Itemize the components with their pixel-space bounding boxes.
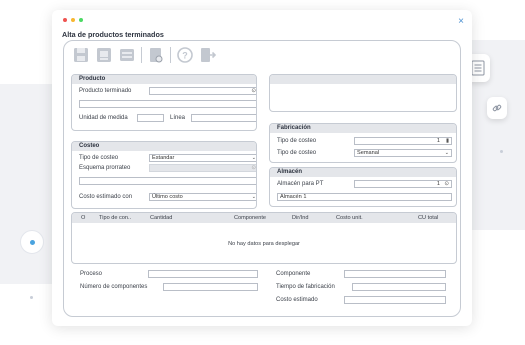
costeo-panel: Costeo Tipo de costeo Estandar ⌄ Esquema … bbox=[71, 141, 257, 209]
dialog-window: Alta de productos terminados × ? Product… bbox=[52, 10, 472, 326]
form-icon[interactable] bbox=[118, 46, 136, 64]
tipo-costeo-label: Tipo de costeo bbox=[79, 155, 119, 161]
delete-icon[interactable]: ▮ bbox=[446, 138, 449, 144]
toolbar-separator bbox=[170, 47, 171, 63]
components-table: O Tipo de con.. Cantidad Componente Dir/… bbox=[71, 212, 457, 264]
unidad-input[interactable] bbox=[137, 114, 164, 122]
svg-text:?: ? bbox=[182, 51, 188, 61]
costo-estimado-select[interactable]: Último costo ⌄ bbox=[149, 193, 256, 201]
link-card bbox=[487, 97, 507, 119]
close-icon[interactable]: × bbox=[458, 16, 464, 27]
almacen-panel: Almacén Almacén para PT 1 ⊙ Almacén 1 bbox=[269, 167, 457, 207]
background-circle-badge bbox=[20, 230, 44, 254]
help-icon[interactable]: ? bbox=[176, 46, 194, 64]
tiempo-fabricacion-label: Tiempo de fabricación bbox=[276, 284, 335, 290]
minimize-dot[interactable] bbox=[71, 18, 75, 22]
producto-header: Producto bbox=[72, 75, 256, 84]
fabricacion-panel: Fabricación Tipo de costeo 1 ▮ Tipo de co… bbox=[269, 123, 457, 163]
almacen-pt-input[interactable]: 1 ⊙ bbox=[354, 180, 452, 188]
save-as-icon[interactable] bbox=[95, 46, 113, 64]
empty-table-message: No hay datos para desplegar bbox=[228, 241, 300, 247]
fab-tipo-costeo-label: Tipo de costeo bbox=[277, 138, 317, 144]
col-cantidad[interactable]: Cantidad bbox=[150, 215, 172, 221]
tiempo-fabricacion-input[interactable] bbox=[352, 283, 446, 291]
toolbar-separator bbox=[141, 47, 142, 63]
tipo-costeo-select[interactable]: Estandar ⌄ bbox=[149, 154, 256, 162]
window-title: Alta de productos terminados bbox=[62, 30, 164, 39]
chevron-down-icon: ⌄ bbox=[251, 155, 256, 161]
document-icon bbox=[471, 60, 485, 76]
preview-icon[interactable] bbox=[147, 46, 165, 64]
col-cu-total[interactable]: CU total bbox=[418, 215, 438, 221]
form-container: ? Producto Producto terminado ⊙ Unidad d… bbox=[63, 40, 461, 317]
chevron-down-icon: ⌄ bbox=[444, 150, 449, 156]
background-dot bbox=[30, 296, 33, 299]
costo-estimado-value: Último costo bbox=[152, 194, 183, 200]
proceso-input[interactable] bbox=[148, 270, 258, 278]
unidad-label: Unidad de medida bbox=[79, 115, 128, 121]
almacen-name-value: Almacén 1 bbox=[280, 194, 307, 200]
costo-estimado-footer-input[interactable] bbox=[344, 296, 446, 304]
costeo-header: Costeo bbox=[72, 142, 256, 151]
background-dot bbox=[500, 150, 503, 153]
tipo-costeo-value: Estandar bbox=[152, 155, 175, 161]
esquema-label: Esquema prorrateo bbox=[79, 165, 131, 171]
info-header bbox=[270, 75, 456, 84]
fabricacion-header: Fabricación bbox=[270, 124, 456, 133]
col-costo-unit[interactable]: Costo unit. bbox=[336, 215, 363, 221]
almacen-header: Almacén bbox=[270, 168, 456, 177]
almacen-pt-value: 1 bbox=[436, 181, 440, 187]
costo-estimado-footer-label: Costo estimado bbox=[276, 297, 318, 303]
toolbar: ? bbox=[72, 46, 217, 64]
producto-terminado-input[interactable]: ⊙ bbox=[149, 87, 256, 95]
search-icon[interactable]: ⊙ bbox=[251, 88, 256, 94]
col-dir-ind[interactable]: Dir/Ind bbox=[292, 215, 308, 221]
exit-icon[interactable] bbox=[199, 46, 217, 64]
col-tipo[interactable]: Tipo de con.. bbox=[99, 215, 131, 221]
link-icon bbox=[492, 104, 502, 112]
maximize-dot[interactable] bbox=[79, 18, 83, 22]
num-componentes-label: Número de componentes bbox=[80, 284, 148, 290]
producto-panel: Producto Producto terminado ⊙ Unidad de … bbox=[71, 74, 257, 131]
componente-label: Componente bbox=[276, 271, 311, 277]
chevron-down-icon: ⌄ bbox=[251, 194, 256, 200]
almacen-name-input[interactable]: Almacén 1 bbox=[277, 193, 452, 201]
esquema-description-input[interactable] bbox=[79, 177, 256, 185]
info-panel bbox=[269, 74, 457, 112]
num-componentes-input[interactable] bbox=[163, 283, 258, 291]
costo-estimado-label: Costo estimado con bbox=[79, 194, 133, 200]
fab-tipo-costeo-input[interactable]: 1 ▮ bbox=[354, 137, 452, 145]
componente-input[interactable] bbox=[344, 270, 446, 278]
producto-terminado-label: Producto terminado bbox=[79, 88, 132, 94]
save-icon[interactable] bbox=[72, 46, 90, 64]
almacen-pt-label: Almacén para PT bbox=[277, 181, 324, 187]
esquema-input[interactable]: ⊙ bbox=[149, 164, 256, 172]
fab-tipo-costeo-value: 1 bbox=[436, 138, 440, 144]
fab-tipo-costeo2-label: Tipo de costeo bbox=[277, 150, 317, 156]
table-header: O Tipo de con.. Cantidad Componente Dir/… bbox=[72, 213, 456, 223]
search-icon[interactable]: ⊙ bbox=[444, 181, 449, 187]
fab-periodo-value: Semanal bbox=[357, 150, 380, 156]
producto-description-input[interactable] bbox=[79, 100, 256, 108]
window-controls bbox=[63, 18, 83, 22]
close-dot[interactable] bbox=[63, 18, 67, 22]
col-componente[interactable]: Componente bbox=[234, 215, 266, 221]
linea-input[interactable] bbox=[191, 114, 256, 122]
proceso-label: Proceso bbox=[80, 271, 103, 277]
search-icon: ⊙ bbox=[251, 165, 256, 171]
linea-label: Línea bbox=[170, 115, 186, 121]
fab-periodo-select[interactable]: Semanal ⌄ bbox=[354, 149, 452, 157]
col-orden[interactable]: O bbox=[81, 215, 85, 221]
